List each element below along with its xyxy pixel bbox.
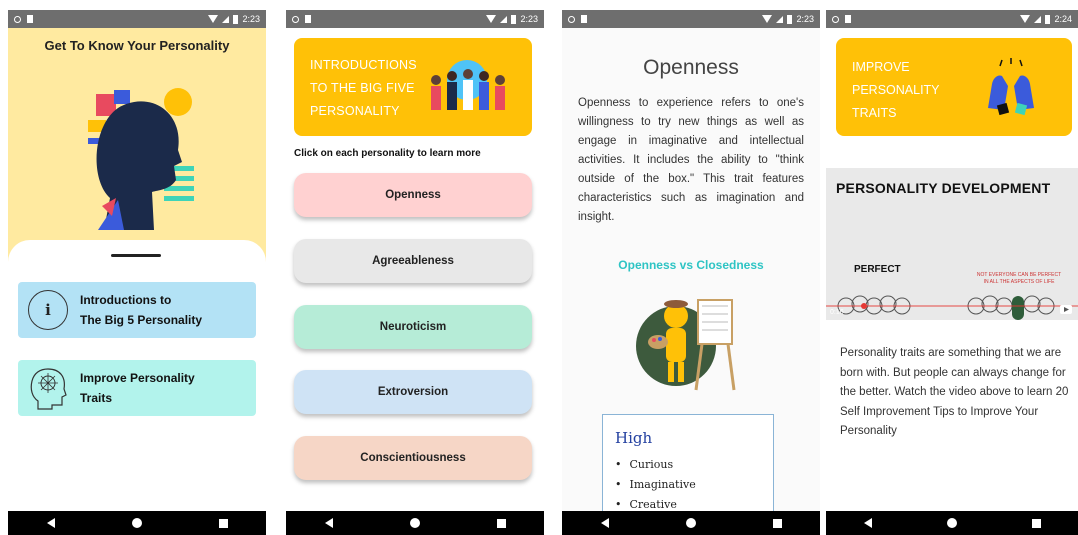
extroversion-button[interactable]: Extroversion	[294, 370, 532, 414]
sheet-handle[interactable]	[111, 254, 161, 257]
improve-banner: IMPROVE PERSONALITY TRAITS	[836, 38, 1072, 136]
signal-icon	[1034, 15, 1042, 23]
page-title: Get To Know Your Personality	[44, 38, 230, 53]
crowd-illustration-icon	[826, 295, 1078, 320]
banner-line1: INTRODUCTIONS	[310, 58, 417, 72]
notification-icon	[14, 15, 21, 23]
head-illustration-icon	[88, 88, 194, 230]
system-nav-bar	[8, 511, 266, 535]
status-time: 2:23	[796, 14, 814, 24]
banner-line2: PERSONALITY	[852, 83, 940, 97]
sd-card-icon	[27, 15, 33, 23]
conscientiousness-button[interactable]: Conscientiousness	[294, 436, 532, 480]
status-time: 2:24	[1054, 14, 1072, 24]
improve-traits-card[interactable]: Improve Personality Traits	[18, 360, 256, 416]
status-bar: 2:23	[562, 10, 820, 28]
notification-icon	[292, 15, 299, 23]
status-time: 2:23	[520, 14, 538, 24]
banner-line3: PERSONALITY	[310, 104, 400, 118]
home-icon[interactable]	[409, 518, 420, 528]
youtube-play-icon[interactable]	[1060, 305, 1072, 314]
video-player[interactable]: PERSONALITY DEVELOPMENT PERFECT NOT EVER…	[826, 168, 1078, 320]
section-subtitle: Openness vs Closedness	[618, 258, 764, 272]
list-item: Imaginative	[615, 475, 761, 495]
card-label-line2: The Big 5 Personality	[80, 313, 203, 327]
video-timestamp: 0:16	[830, 309, 844, 316]
battery-icon	[1045, 14, 1051, 24]
signal-icon	[776, 15, 784, 23]
back-icon[interactable]	[600, 518, 609, 528]
improve-traits-screen: 2:24 IMPROVE PERSONALITY TRAITS PERSONAL…	[826, 10, 1078, 535]
bottom-sheet: i Introductions to The Big 5 Personality…	[8, 240, 266, 511]
wifi-icon	[486, 15, 497, 23]
sd-card-icon	[845, 15, 851, 23]
banner-line2: TO THE BIG FIVE	[310, 81, 415, 95]
openness-button[interactable]: Openness	[294, 173, 532, 217]
wifi-icon	[1020, 15, 1031, 23]
home-screen: 2:23 Get To Know Your Personality i Intr…	[8, 10, 266, 535]
battery-icon	[787, 14, 793, 24]
banner-line1: IMPROVE	[852, 60, 910, 74]
wifi-icon	[208, 15, 219, 23]
sd-card-icon	[305, 15, 311, 23]
status-time: 2:23	[242, 14, 260, 24]
notification-icon	[568, 15, 575, 23]
notification-icon	[832, 15, 839, 23]
recents-icon[interactable]	[1031, 518, 1041, 528]
info-icon: i	[28, 290, 68, 330]
home-icon[interactable]	[685, 518, 696, 528]
card-label-line1: Improve Personality	[80, 371, 195, 385]
signal-icon	[500, 15, 508, 23]
card-label-line2: Traits	[80, 391, 113, 405]
high-traits-list: Curious Imaginative Creative	[615, 455, 761, 513]
video-caption: PERFECT	[854, 264, 901, 275]
status-bar: 2:23	[8, 10, 266, 28]
list-item: Curious	[615, 455, 761, 475]
page-title: Openness	[643, 56, 739, 79]
home-icon[interactable]	[131, 518, 142, 528]
banner-line3: TRAITS	[852, 106, 897, 120]
battery-icon	[511, 14, 517, 24]
recents-icon[interactable]	[218, 518, 228, 528]
high-traits-box: High Curious Imaginative Creative	[602, 414, 774, 514]
people-group-icon	[431, 60, 505, 110]
intro-banner: INTRODUCTIONS TO THE BIG FIVE PERSONALIT…	[294, 38, 532, 136]
agreeableness-button[interactable]: Agreeableness	[294, 239, 532, 283]
status-bar: 2:23	[286, 10, 544, 28]
intro-big-five-screen: 2:23 INTRODUCTIONS TO THE BIG FIVE PERSO…	[286, 10, 544, 535]
home-icon[interactable]	[946, 518, 957, 528]
system-nav-bar	[286, 511, 544, 535]
learn-more-hint: Click on each personality to learn more	[294, 148, 481, 159]
system-nav-bar	[826, 511, 1078, 535]
neuroticism-button[interactable]: Neuroticism	[294, 305, 532, 349]
intro-big-five-card[interactable]: i Introductions to The Big 5 Personality	[18, 282, 256, 338]
improve-description: Personality traits are something that we…	[840, 347, 1069, 437]
painter-illustration-icon	[636, 299, 736, 391]
signal-icon	[222, 15, 230, 23]
wifi-icon	[762, 15, 773, 23]
video-note-line1: NOT EVERYONE CAN BE PERFECT	[976, 272, 1062, 278]
card-label-line1: Introductions to	[80, 293, 172, 307]
high-heading: High	[615, 429, 653, 447]
recents-icon[interactable]	[496, 518, 506, 528]
high-five-icon	[988, 58, 1034, 116]
video-title: PERSONALITY DEVELOPMENT	[836, 180, 1051, 196]
back-icon[interactable]	[46, 518, 55, 528]
back-icon[interactable]	[863, 518, 872, 528]
openness-screen: 2:23 Openness Openness to experience ref…	[562, 10, 820, 535]
system-nav-bar	[562, 511, 820, 535]
status-bar: 2:24	[826, 10, 1078, 28]
battery-icon	[233, 14, 239, 24]
recents-icon[interactable]	[772, 518, 782, 528]
back-icon[interactable]	[324, 518, 333, 528]
brain-head-icon	[30, 368, 67, 410]
sd-card-icon	[581, 15, 587, 23]
openness-description: Openness to experience refers to one's w…	[578, 97, 804, 223]
